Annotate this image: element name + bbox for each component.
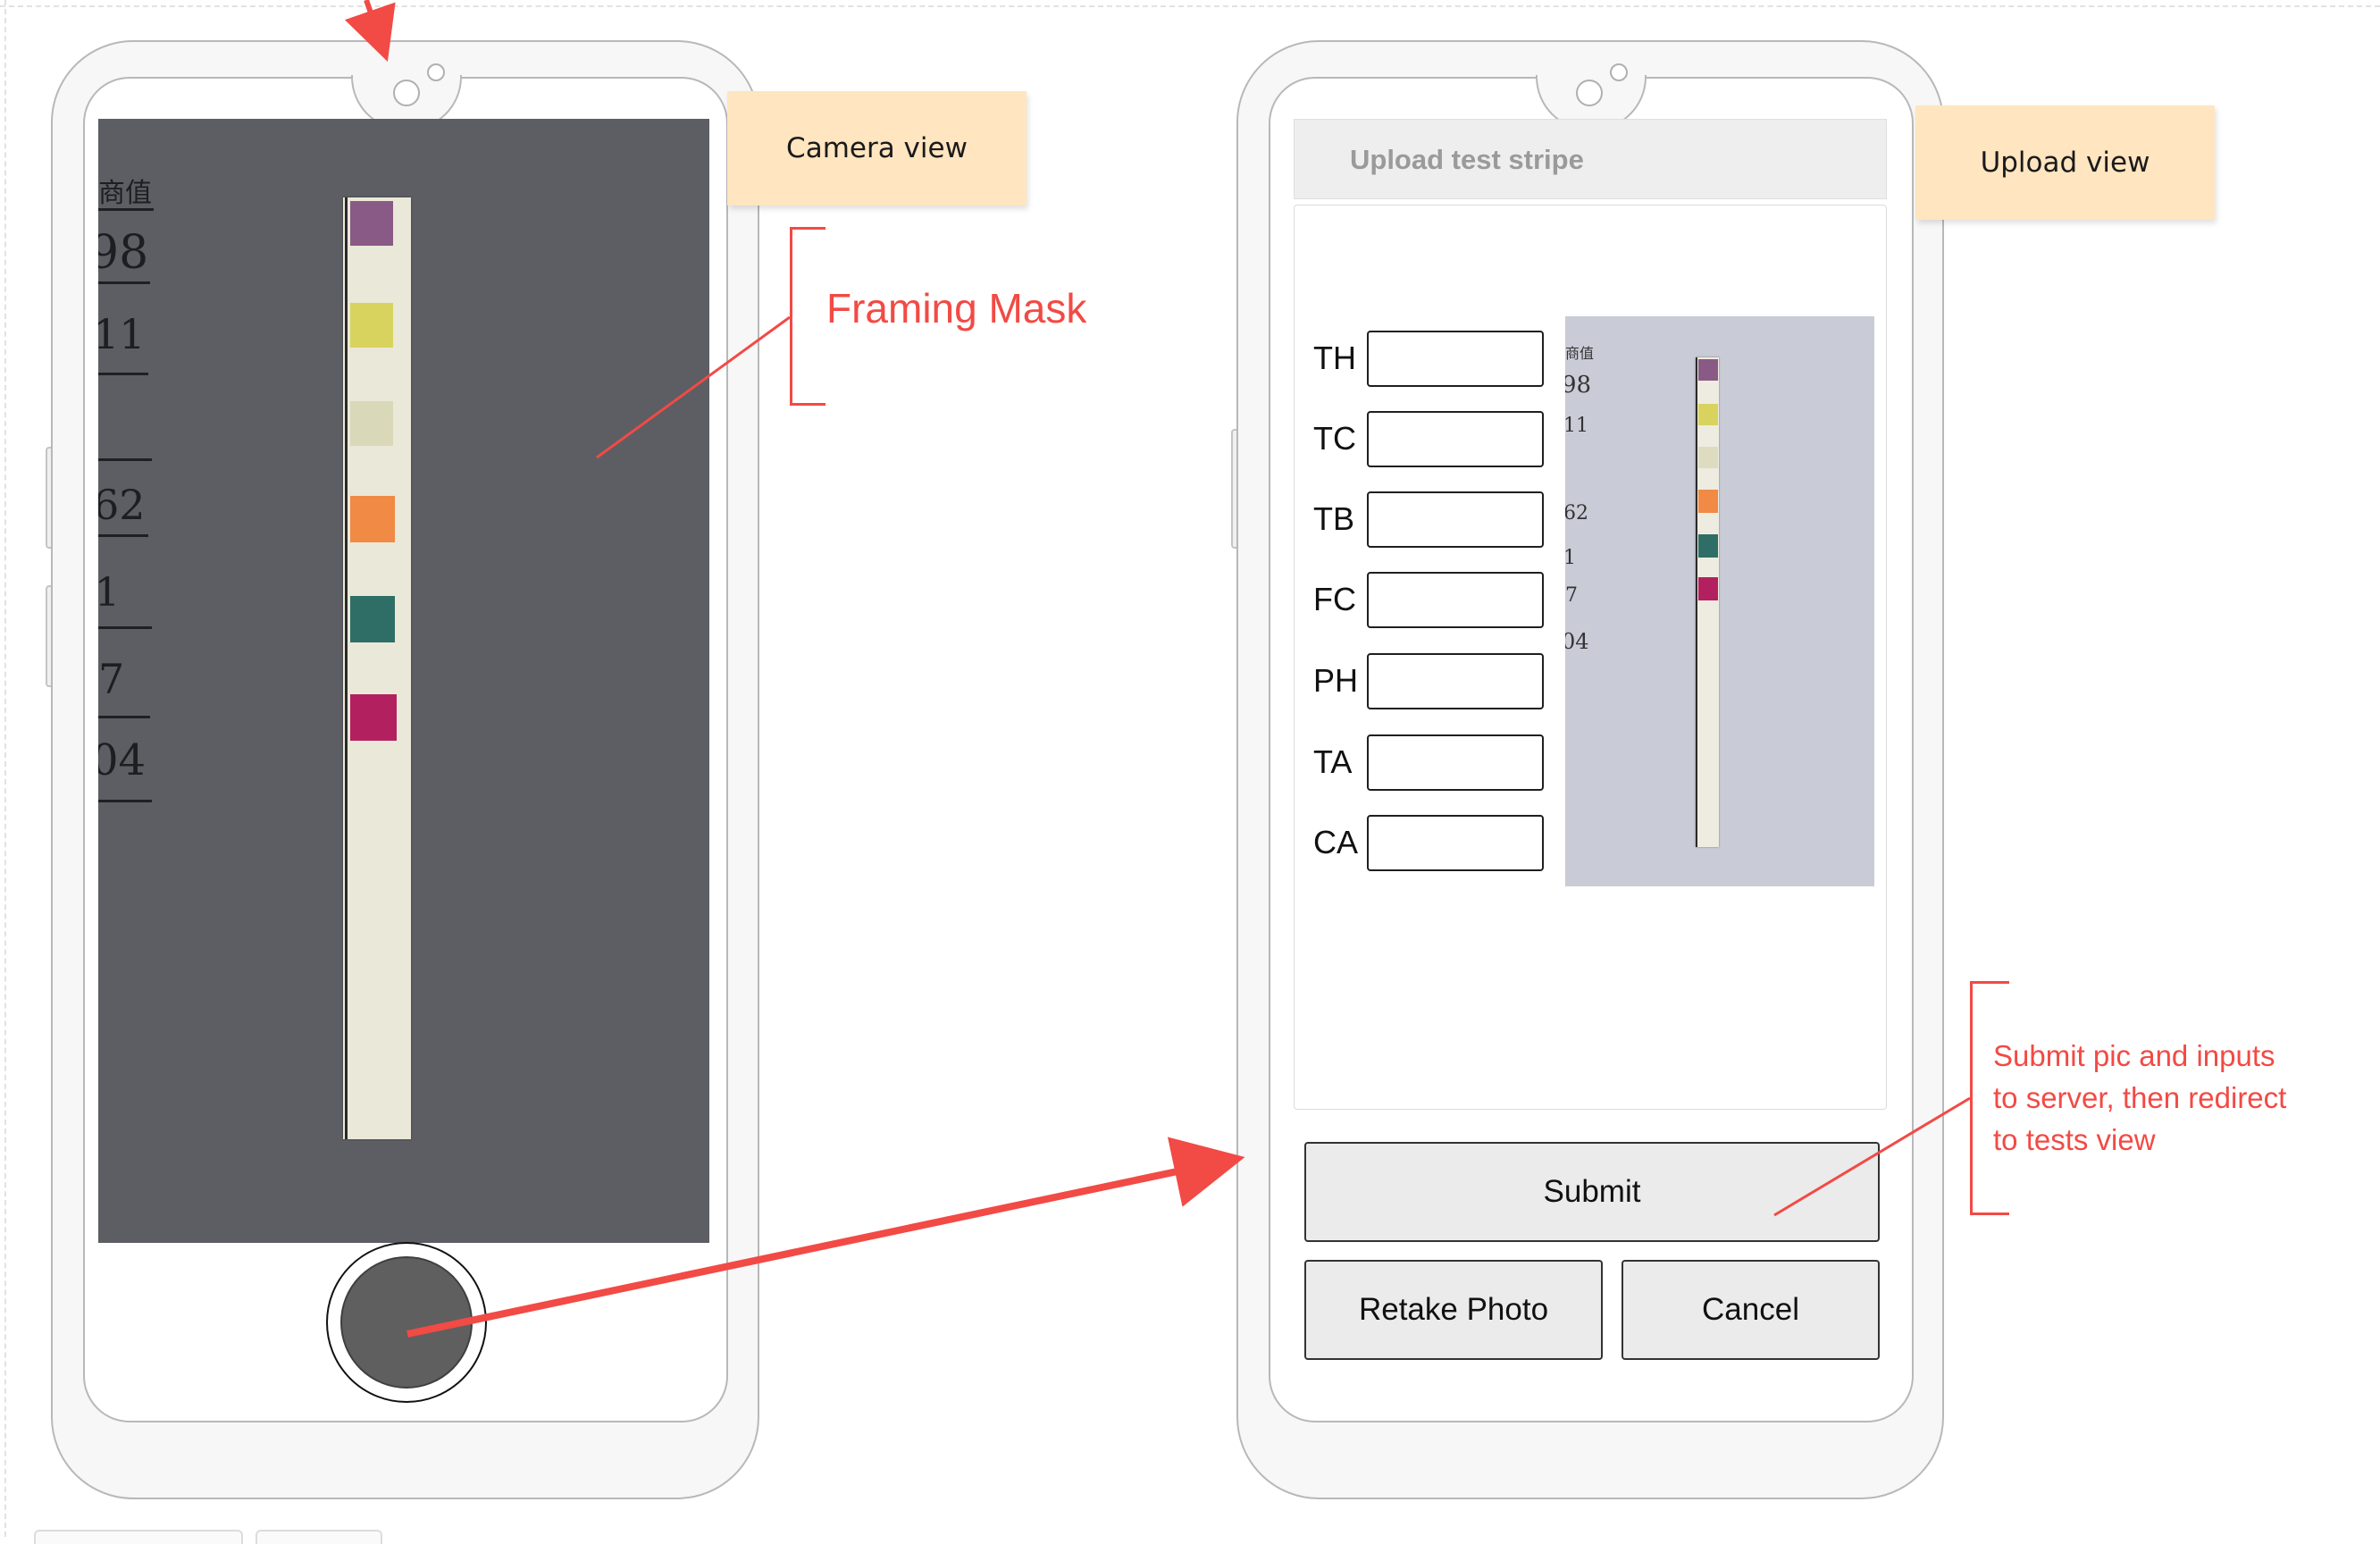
submit-note-line: to tests view — [1993, 1123, 2156, 1156]
sensor-icon — [427, 63, 445, 81]
handwritten-mark: 62 — [1565, 502, 1588, 524]
handwritten-line — [98, 534, 148, 537]
shutter-button[interactable] — [326, 1242, 487, 1403]
test-strip — [1696, 357, 1719, 847]
handwritten-line — [98, 458, 152, 461]
tc-input[interactable] — [1367, 411, 1544, 467]
handwritten-mark: 98 — [1565, 372, 1592, 399]
handwritten-mark: 04 — [1565, 629, 1589, 654]
handwritten-mark: 11 — [1565, 415, 1588, 437]
fc-input[interactable] — [1367, 572, 1544, 628]
submit-note-line: Submit pic and inputs — [1993, 1039, 2275, 1072]
handwritten-mark: 62 — [98, 481, 146, 529]
handwritten-mark: 商值 — [98, 178, 152, 209]
th-input[interactable] — [1367, 331, 1544, 387]
handwritten-mark: 04 — [98, 735, 147, 785]
handwritten-mark: 商值 — [1565, 345, 1595, 362]
test-pad — [350, 694, 397, 741]
page-tab[interactable] — [256, 1530, 382, 1544]
test-pad — [1698, 404, 1718, 425]
handwritten-line — [98, 373, 148, 375]
submit-note-line: to server, then redirect — [1993, 1081, 2287, 1114]
camera-feed: 商值 98 11 62 1 7 04 — [98, 119, 709, 1243]
handwritten-mark: 11 — [98, 310, 146, 358]
upload-view-note: Upload view — [1915, 105, 2215, 220]
test-pad — [350, 201, 393, 246]
submit-note-text: Submit pic and inputs to server, then re… — [1993, 1035, 2286, 1161]
test-pad — [350, 596, 395, 642]
submit-button[interactable]: Submit — [1304, 1142, 1880, 1242]
test-pad — [1698, 577, 1718, 600]
handwritten-line — [98, 281, 150, 284]
handwritten-line — [98, 208, 154, 211]
test-pad — [1698, 534, 1718, 558]
test-pad — [350, 496, 395, 542]
test-pad — [350, 401, 393, 446]
handwritten-line — [98, 716, 150, 718]
canvas-top-ruler — [0, 0, 2380, 7]
handwritten-mark: 1 — [98, 570, 120, 616]
test-pad — [1698, 490, 1718, 513]
canvas-left-ruler — [0, 0, 6, 1537]
cancel-button[interactable]: Cancel — [1622, 1260, 1880, 1360]
ta-input[interactable] — [1367, 734, 1544, 791]
upload-header: Upload test stripe — [1294, 119, 1887, 199]
front-camera-icon — [393, 80, 420, 106]
ph-input[interactable] — [1367, 653, 1544, 709]
handwritten-line — [98, 800, 152, 802]
camera-view-note: Camera view — [727, 91, 1027, 206]
strip-edge-line — [1696, 357, 1697, 847]
handwritten-mark: 1 — [1565, 547, 1576, 569]
handwritten-line — [98, 626, 152, 629]
strip-edge-line — [345, 197, 348, 1139]
framing-mask-label: Framing Mask — [826, 285, 1087, 331]
sensor-icon — [1610, 63, 1628, 81]
page-tab[interactable] — [34, 1530, 243, 1544]
handwritten-mark: 7 — [1565, 584, 1578, 607]
test-pad — [1698, 359, 1718, 381]
ca-input[interactable] — [1367, 815, 1544, 871]
test-strip — [343, 197, 411, 1139]
retake-photo-button[interactable]: Retake Photo — [1304, 1260, 1603, 1360]
uploaded-photo-preview: 商值 98 11 62 1 7 04 — [1565, 316, 1874, 886]
handwritten-mark: 98 — [98, 226, 149, 280]
tb-input[interactable] — [1367, 491, 1544, 548]
test-pad — [1698, 447, 1718, 468]
test-pad — [350, 303, 393, 348]
framing-mask-bracket — [790, 227, 825, 406]
handwritten-mark: 7 — [98, 655, 125, 703]
shutter-button-core[interactable] — [340, 1256, 473, 1389]
front-camera-icon — [1576, 80, 1603, 106]
